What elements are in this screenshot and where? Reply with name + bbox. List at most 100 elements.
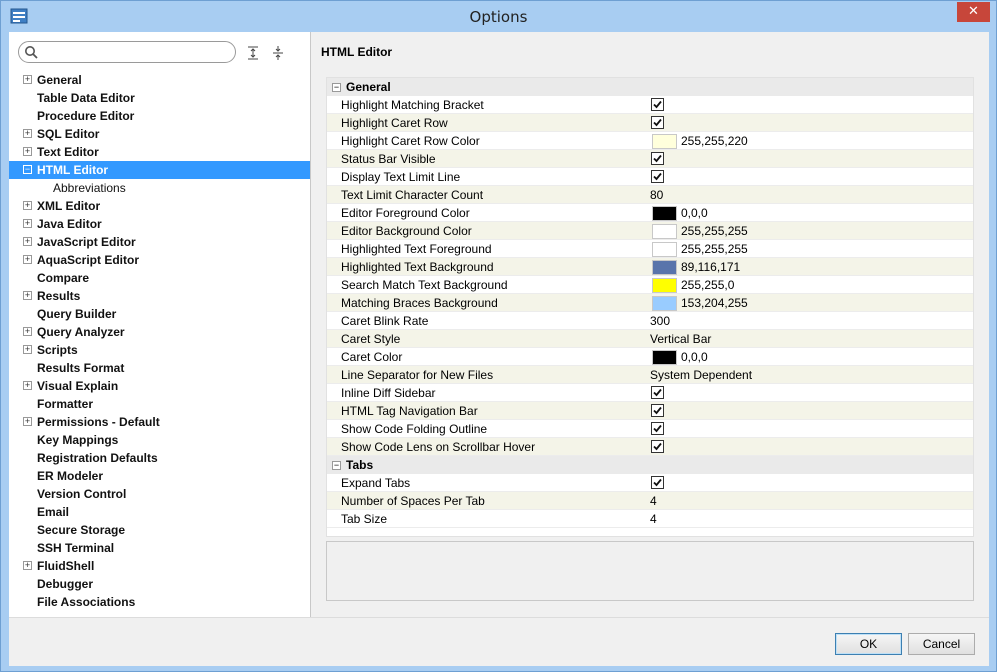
sidebar-item-ssh-terminal[interactable]: SSH Terminal — [9, 539, 310, 557]
property-checkbox[interactable] — [651, 152, 664, 165]
property-row[interactable]: Editor Foreground Color 0,0,0 — [327, 204, 973, 222]
property-row[interactable]: Display Text Limit Line — [327, 168, 973, 186]
search-box[interactable] — [18, 41, 236, 63]
expand-icon[interactable]: + — [23, 327, 32, 336]
color-swatch[interactable] — [652, 296, 677, 311]
sidebar-item-file-associations[interactable]: File Associations — [9, 593, 310, 611]
property-value[interactable]: 255,255,0 — [681, 276, 734, 294]
property-checkbox[interactable] — [651, 440, 664, 453]
property-checkbox[interactable] — [651, 116, 664, 129]
property-row[interactable]: Highlight Caret Row — [327, 114, 973, 132]
sidebar-item-visual-explain[interactable]: + Visual Explain — [9, 377, 310, 395]
sidebar-item-formatter[interactable]: Formatter — [9, 395, 310, 413]
expand-icon[interactable]: + — [23, 237, 32, 246]
property-row[interactable]: Caret Color 0,0,0 — [327, 348, 973, 366]
expand-icon[interactable]: + — [23, 381, 32, 390]
property-row[interactable]: Highlight Caret Row Color 255,255,220 — [327, 132, 973, 150]
sidebar-item-debugger[interactable]: Debugger — [9, 575, 310, 593]
property-value[interactable]: 153,204,255 — [681, 294, 748, 312]
property-checkbox[interactable] — [651, 98, 664, 111]
property-row[interactable]: Caret Blink Rate 300 — [327, 312, 973, 330]
property-row[interactable]: HTML Tag Navigation Bar — [327, 402, 973, 420]
property-row[interactable]: Highlighted Text Background 89,116,171 — [327, 258, 973, 276]
expand-all-icon[interactable] — [245, 45, 261, 61]
property-value[interactable]: System Dependent — [650, 366, 752, 384]
expand-icon[interactable]: + — [23, 561, 32, 570]
color-swatch[interactable] — [652, 242, 677, 257]
sidebar-item-query-analyzer[interactable]: + Query Analyzer — [9, 323, 310, 341]
property-row[interactable]: Inline Diff Sidebar — [327, 384, 973, 402]
expand-icon[interactable]: + — [23, 75, 32, 84]
property-value[interactable]: 255,255,255 — [681, 240, 748, 258]
property-value[interactable]: 0,0,0 — [681, 204, 708, 222]
expand-icon[interactable]: + — [23, 255, 32, 264]
property-row[interactable]: Text Limit Character Count 80 — [327, 186, 973, 204]
property-row[interactable]: Caret Style Vertical Bar — [327, 330, 973, 348]
property-row[interactable]: Editor Background Color 255,255,255 — [327, 222, 973, 240]
property-row[interactable]: Show Code Folding Outline — [327, 420, 973, 438]
property-value[interactable]: 300 — [650, 312, 670, 330]
sidebar-item-er-modeler[interactable]: ER Modeler — [9, 467, 310, 485]
group-header-general[interactable]: − General — [327, 78, 973, 96]
sidebar-item-sql-editor[interactable]: + SQL Editor — [9, 125, 310, 143]
sidebar-item-aquascript-editor[interactable]: + AquaScript Editor — [9, 251, 310, 269]
property-row[interactable]: Expand Tabs — [327, 474, 973, 492]
collapse-icon[interactable]: − — [332, 83, 341, 92]
sidebar-item-scripts[interactable]: + Scripts — [9, 341, 310, 359]
color-swatch[interactable] — [652, 260, 677, 275]
expand-icon[interactable]: + — [23, 417, 32, 426]
expand-icon[interactable]: + — [23, 219, 32, 228]
expand-icon[interactable]: + — [23, 129, 32, 138]
property-value[interactable]: 255,255,255 — [681, 222, 748, 240]
title-bar[interactable]: Options ✕ — [1, 1, 996, 33]
sidebar-item-abbreviations[interactable]: Abbreviations — [9, 179, 310, 197]
collapse-icon[interactable]: − — [23, 165, 32, 174]
close-button[interactable]: ✕ — [957, 2, 990, 22]
sidebar-item-procedure-editor[interactable]: Procedure Editor — [9, 107, 310, 125]
color-swatch[interactable] — [652, 278, 677, 293]
sidebar-item-query-builder[interactable]: Query Builder — [9, 305, 310, 323]
sidebar-item-java-editor[interactable]: + Java Editor — [9, 215, 310, 233]
expand-icon[interactable]: + — [23, 345, 32, 354]
property-value[interactable]: Vertical Bar — [650, 330, 711, 348]
sidebar-item-registration-defaults[interactable]: Registration Defaults — [9, 449, 310, 467]
property-row[interactable]: Highlight Matching Bracket — [327, 96, 973, 114]
property-row[interactable]: Status Bar Visible — [327, 150, 973, 168]
property-checkbox[interactable] — [651, 386, 664, 399]
property-value[interactable]: 255,255,220 — [681, 132, 748, 150]
sidebar-item-text-editor[interactable]: + Text Editor — [9, 143, 310, 161]
property-row[interactable]: Highlighted Text Foreground 255,255,255 — [327, 240, 973, 258]
sidebar-item-fluidshell[interactable]: + FluidShell — [9, 557, 310, 575]
property-checkbox[interactable] — [651, 404, 664, 417]
property-row[interactable]: Matching Braces Background 153,204,255 — [327, 294, 973, 312]
property-row[interactable]: Search Match Text Background 255,255,0 — [327, 276, 973, 294]
expand-icon[interactable]: + — [23, 201, 32, 210]
expand-icon[interactable]: + — [23, 291, 32, 300]
sidebar-item-email[interactable]: Email — [9, 503, 310, 521]
color-swatch[interactable] — [652, 134, 677, 149]
property-checkbox[interactable] — [651, 476, 664, 489]
sidebar-item-results[interactable]: + Results — [9, 287, 310, 305]
sidebar-item-version-control[interactable]: Version Control — [9, 485, 310, 503]
sidebar-item-html-editor[interactable]: − HTML Editor — [9, 161, 310, 179]
sidebar-item-javascript-editor[interactable]: + JavaScript Editor — [9, 233, 310, 251]
property-value[interactable]: 80 — [650, 186, 663, 204]
cancel-button[interactable]: Cancel — [908, 633, 975, 655]
color-swatch[interactable] — [652, 224, 677, 239]
sidebar-item-results-format[interactable]: Results Format — [9, 359, 310, 377]
property-row[interactable]: Tab Size 4 — [327, 510, 973, 528]
property-checkbox[interactable] — [651, 170, 664, 183]
sidebar-item-general[interactable]: + General — [9, 71, 310, 89]
search-input[interactable] — [41, 44, 231, 60]
property-checkbox[interactable] — [651, 422, 664, 435]
sidebar-item-secure-storage[interactable]: Secure Storage — [9, 521, 310, 539]
property-value[interactable]: 89,116,171 — [681, 258, 740, 276]
property-value[interactable]: 4 — [650, 510, 657, 528]
property-value[interactable]: 4 — [650, 492, 657, 510]
group-header-tabs[interactable]: − Tabs — [327, 456, 973, 474]
sidebar-item-xml-editor[interactable]: + XML Editor — [9, 197, 310, 215]
sidebar-item-table-data-editor[interactable]: Table Data Editor — [9, 89, 310, 107]
ok-button[interactable]: OK — [835, 633, 902, 655]
property-row[interactable]: Show Code Lens on Scrollbar Hover — [327, 438, 973, 456]
color-swatch[interactable] — [652, 206, 677, 221]
